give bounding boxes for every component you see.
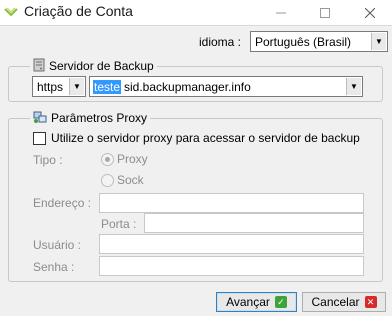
proxy-network-icon (33, 110, 47, 127)
port-label: Porta : (101, 217, 137, 231)
proxy-type-radio-sock[interactable] (101, 174, 114, 187)
app-icon (4, 5, 18, 19)
radio-selected-dot (105, 157, 110, 162)
title-bar: Criação de Conta (0, 0, 392, 25)
backup-server-legend: Servidor de Backup (30, 58, 157, 74)
chevron-down-icon[interactable]: ▼ (69, 78, 84, 95)
next-button[interactable]: Avançar ✓ (216, 292, 297, 312)
server-host-text: sid.backupmanager.info (124, 80, 251, 94)
language-select[interactable]: Português (Brasil) ▼ (250, 31, 388, 52)
proxy-type-radio-proxy[interactable] (101, 153, 114, 166)
dialog-body: idioma : Português (Brasil) ▼ Servidor d… (0, 25, 392, 316)
minimize-button[interactable] (259, 0, 303, 25)
type-label: Tipo : (33, 153, 63, 167)
protocol-select[interactable]: https ▼ (32, 76, 86, 97)
password-label: Senha : (33, 260, 75, 274)
address-field[interactable] (99, 193, 364, 213)
address-label: Endereço : (33, 196, 92, 210)
proxy-type-proxy-label[interactable]: Proxy (117, 152, 148, 166)
backup-server-legend-text: Servidor de Backup (49, 59, 154, 73)
check-icon: ✓ (274, 296, 287, 308)
server-host-selected-text: teste (93, 80, 122, 94)
protocol-value: https (37, 80, 64, 94)
user-field[interactable] (99, 234, 364, 254)
password-field[interactable] (99, 256, 364, 276)
language-value: Português (Brasil) (255, 35, 352, 49)
proxy-legend: Parâmetros Proxy (30, 110, 151, 127)
cancel-button-label: Cancelar (311, 295, 360, 309)
chevron-down-icon[interactable]: ▼ (371, 33, 386, 50)
chevron-down-icon[interactable]: ▼ (346, 78, 361, 95)
cancel-x-icon: ✕ (364, 296, 377, 308)
user-label: Usuário : (33, 238, 82, 252)
use-proxy-label[interactable]: Utilize o servidor proxy para acessar o … (51, 131, 360, 145)
next-button-label: Avançar (226, 295, 270, 309)
port-field[interactable] (144, 213, 364, 233)
window-title: Criação de Conta (24, 3, 133, 19)
server-icon (33, 58, 45, 75)
close-button[interactable] (348, 0, 392, 25)
use-proxy-checkbox[interactable] (33, 132, 46, 145)
proxy-type-sock-label[interactable]: Sock (117, 173, 144, 187)
server-host-combo[interactable]: teste sid.backupmanager.info ▼ (89, 76, 363, 97)
language-label: idioma : (199, 35, 242, 49)
proxy-legend-text: Parâmetros Proxy (51, 111, 148, 125)
maximize-button[interactable] (303, 0, 347, 25)
cancel-button[interactable]: Cancelar ✕ (302, 292, 386, 312)
